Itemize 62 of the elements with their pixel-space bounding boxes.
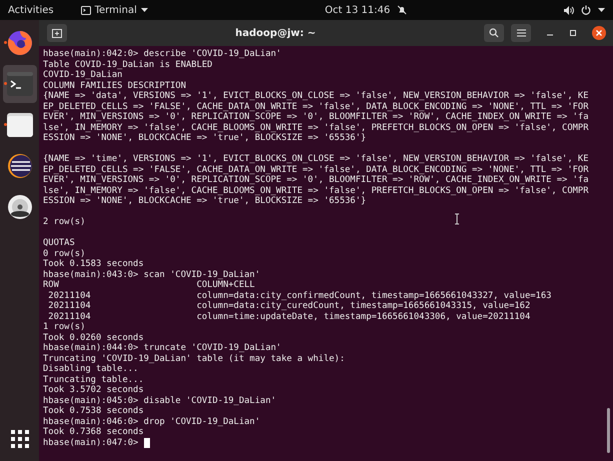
app-menu[interactable]: Terminal [80,4,148,16]
terminal-icon [80,6,91,14]
terminal-line: hbase(main):046:0> drop 'COVID-19_DaLian' [43,416,260,426]
power-icon[interactable] [581,5,591,15]
text-cursor [144,438,150,448]
activities-button[interactable]: Activities [8,4,54,16]
terminal-line: 20211104 column=data:city_curedCount, timestamp=1665661043315, value=162 [47,301,530,311]
terminal-line: 1 row(s) [43,322,86,332]
eclipse-icon [6,152,34,180]
window-title: hadoop@jw: ~ [234,28,317,38]
terminal-line: hbase(main):045:0> disable 'COVID-19_DaLian' [43,396,276,406]
text-cursor-icon [454,213,460,225]
menu-icon [516,29,526,37]
caret-icon [140,8,148,12]
search-icon [489,28,499,38]
menu-button[interactable] [511,24,531,42]
clock[interactable]: Oct 13 11:46 [324,4,390,16]
terminal-line: EP_DELETED_CELLS => 'FALSE', CACHE_DATA_ON_WRITE => 'false', DATA_BLOCK_ENCODING => 'NONE', TTL => 'FOR [43,164,589,174]
terminal-line: lse', IN_MEMORY => 'false', CACHE_BLOOMS_ON_WRITE => 'false', PREFETCH_BLOCKS_ON_OPEN => 'false', COMPR [43,122,589,132]
folder-icon [6,113,32,137]
terminal-line: Disabling table... [43,364,138,374]
terminal-line: ESSION => 'NONE', BLOCKCACHE => 'true', BLOCKSIZE => '65536'} [43,133,366,143]
terminal-line: 0 row(s) [43,248,86,258]
terminal-line: Table COVID-19_DaLian is ENABLED [43,60,212,70]
search-button[interactable] [484,24,504,42]
terminal-line: ESSION => 'NONE', BLOCKCACHE => 'true', BLOCKSIZE => '65536'} [43,196,366,206]
app-grid-icon[interactable] [10,429,30,449]
terminal-line: hbase(main):043:0> scan 'COVID-19_DaLian' [43,270,260,280]
terminal-line: Took 3.5702 seconds [43,385,144,395]
muted-bell-icon [397,5,408,15]
scrollbar-thumb[interactable] [607,408,610,453]
volume-icon[interactable] [564,6,574,14]
terminal-line: COLUMN FAMILIES DESCRIPTION [43,80,186,90]
terminal-line: 20211104 column=time:updateDate, timestamp=1665661043306, value=20211104 [47,312,530,322]
maximize-icon[interactable] [569,29,577,37]
terminal-line: {NAME => 'time', VERSIONS => '1', EVICT_BLOCKS_ON_CLOSE => 'false', NEW_VERSION_BEHAVIOR => 'false', KE [43,154,589,164]
terminal-line: Took 0.7538 seconds [43,406,144,416]
fox-globe-icon [6,29,34,57]
disc-icon [6,193,34,221]
terminal-line: Truncating 'COVID-19_DaLian' table (it may take a while): [43,354,345,364]
terminal-line: Truncating table... [43,374,144,384]
terminal-line: Took 0.7368 seconds [43,427,144,437]
terminal-line: QUOTAS [43,238,75,248]
terminal-line: {NAME => 'data', VERSIONS => '1', EVICT_BLOCKS_ON_CLOSE => 'false', NEW_VERSION_BEHAVIOR => 'false', KE [43,91,589,101]
terminal-icon [6,72,32,96]
close-icon[interactable] [592,26,606,40]
terminal-line: Took 0.0260 seconds [43,332,144,342]
new-tab-icon [52,28,62,38]
terminal-line: lse', IN_MEMORY => 'false', CACHE_BLOOMS_ON_WRITE => 'false', PREFETCH_BLOCKS_ON_OPEN => 'false', COMPR [43,186,589,196]
terminal-line: hbase(main):042:0> describe 'COVID-19_DaLian' [43,49,282,59]
terminal-line: hbase(main):044:0> truncate 'COVID-19_DaLian' [43,343,282,353]
terminal-line: hbase(main):047:0> [43,438,140,448]
terminal-line: EVER', MIN_VERSIONS => '0', REPLICATION_SCOPE => '0', BLOOMFILTER => 'ROW', CACHE_INDEX_ON_WRITE => 'fa [43,175,589,185]
terminal-line: Took 0.1583 seconds [43,259,144,269]
caret-icon[interactable] [598,8,605,12]
new-tab-button[interactable] [47,24,67,42]
terminal-line: EVER', MIN_VERSIONS => '0', REPLICATION_SCOPE => '0', BLOOMFILTER => 'ROW', CACHE_INDEX_ON_WRITE => 'fa [43,112,589,122]
terminal-line: 2 row(s) [43,217,86,227]
terminal-line: EP_DELETED_CELLS => 'FALSE', CACHE_DATA_ON_WRITE => 'false', DATA_BLOCK_ENCODING => 'NONE', TTL => 'FOR [43,102,589,112]
terminal-line: ROW COLUMN+CELL [43,280,255,290]
terminal-line: COVID-19_DaLian [43,70,122,80]
terminal-line: 20211104 column=data:city_confirmedCount, timestamp=1665661043327, value=163 [47,290,552,300]
